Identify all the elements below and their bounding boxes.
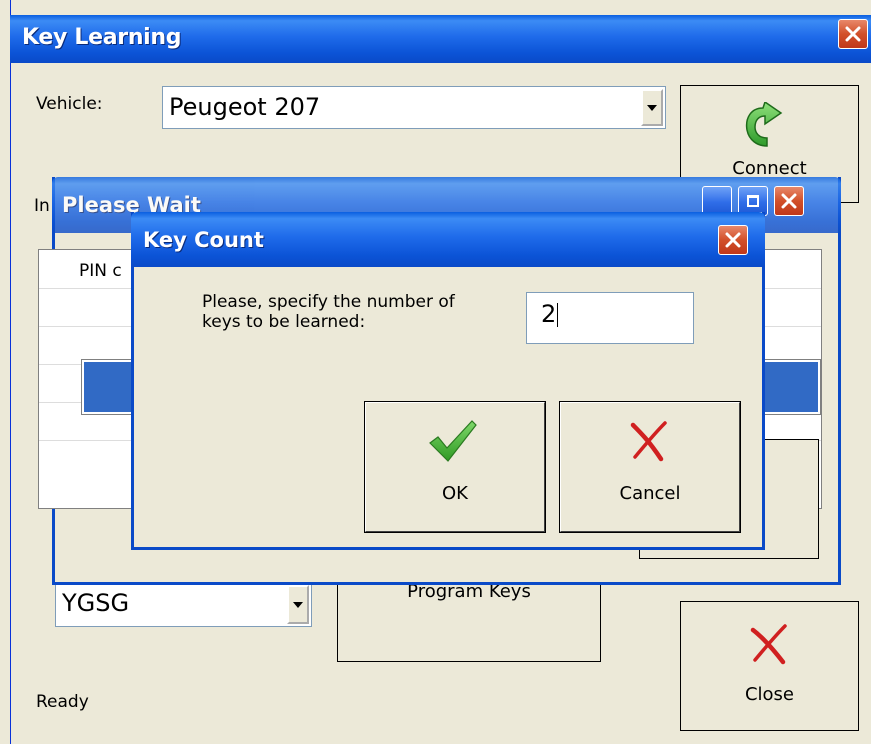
red-x-icon <box>750 624 787 665</box>
vehicle-label: Vehicle: <box>36 94 103 114</box>
status-text: Ready <box>36 692 89 712</box>
dialog-prompt-line1: Please, specify the number of <box>202 292 455 312</box>
ok-button[interactable]: OK <box>364 401 546 533</box>
key-count-close-button[interactable] <box>718 225 748 255</box>
close-button-label: Close <box>744 684 795 705</box>
key-type-select[interactable]: YGSG <box>55 582 312 627</box>
green-curved-arrow-icon <box>745 102 783 147</box>
close-icon <box>725 232 741 248</box>
text-caret <box>557 303 559 327</box>
close-icon <box>781 193 797 209</box>
main-close-button[interactable] <box>838 19 868 49</box>
chevron-down-icon <box>293 601 303 608</box>
main-window-title: Key Learning <box>22 25 182 50</box>
connect-button-label: Connect <box>732 158 807 179</box>
program-keys-button[interactable]: Program Keys <box>337 572 601 662</box>
ok-button-label: OK <box>442 483 468 504</box>
wait-close-button[interactable] <box>774 186 804 216</box>
cancel-button-label: Cancel <box>619 483 681 504</box>
vehicle-dropdown-button[interactable] <box>641 89 663 126</box>
close-button[interactable]: Close <box>680 601 859 731</box>
key-count-input-value: 2 <box>541 300 557 328</box>
vehicle-select[interactable]: Peugeot 207 <box>162 86 666 129</box>
cancel-button[interactable]: Cancel <box>559 401 741 533</box>
key-count-input[interactable]: 2 <box>526 292 694 344</box>
key-type-dropdown-button[interactable] <box>287 585 309 624</box>
maximize-icon <box>747 195 759 207</box>
main-titlebar[interactable]: Key Learning <box>10 15 871 63</box>
dialog-prompt-line2: keys to be learned: <box>202 312 366 332</box>
key-type-select-value: YGSG <box>62 589 130 617</box>
close-icon <box>845 26 861 42</box>
vehicle-select-value: Peugeot 207 <box>169 93 321 121</box>
dialog-prompt: Please, specify the number of keys to be… <box>202 292 455 332</box>
red-x-icon <box>630 421 667 462</box>
chevron-down-icon <box>647 104 657 111</box>
key-count-titlebar[interactable]: Key Count <box>131 212 765 267</box>
green-checkmark-icon <box>429 420 477 462</box>
pin-status-text: PIN c <box>79 261 122 281</box>
info-label-partial: In <box>34 196 50 216</box>
key-count-title: Key Count <box>143 228 264 252</box>
